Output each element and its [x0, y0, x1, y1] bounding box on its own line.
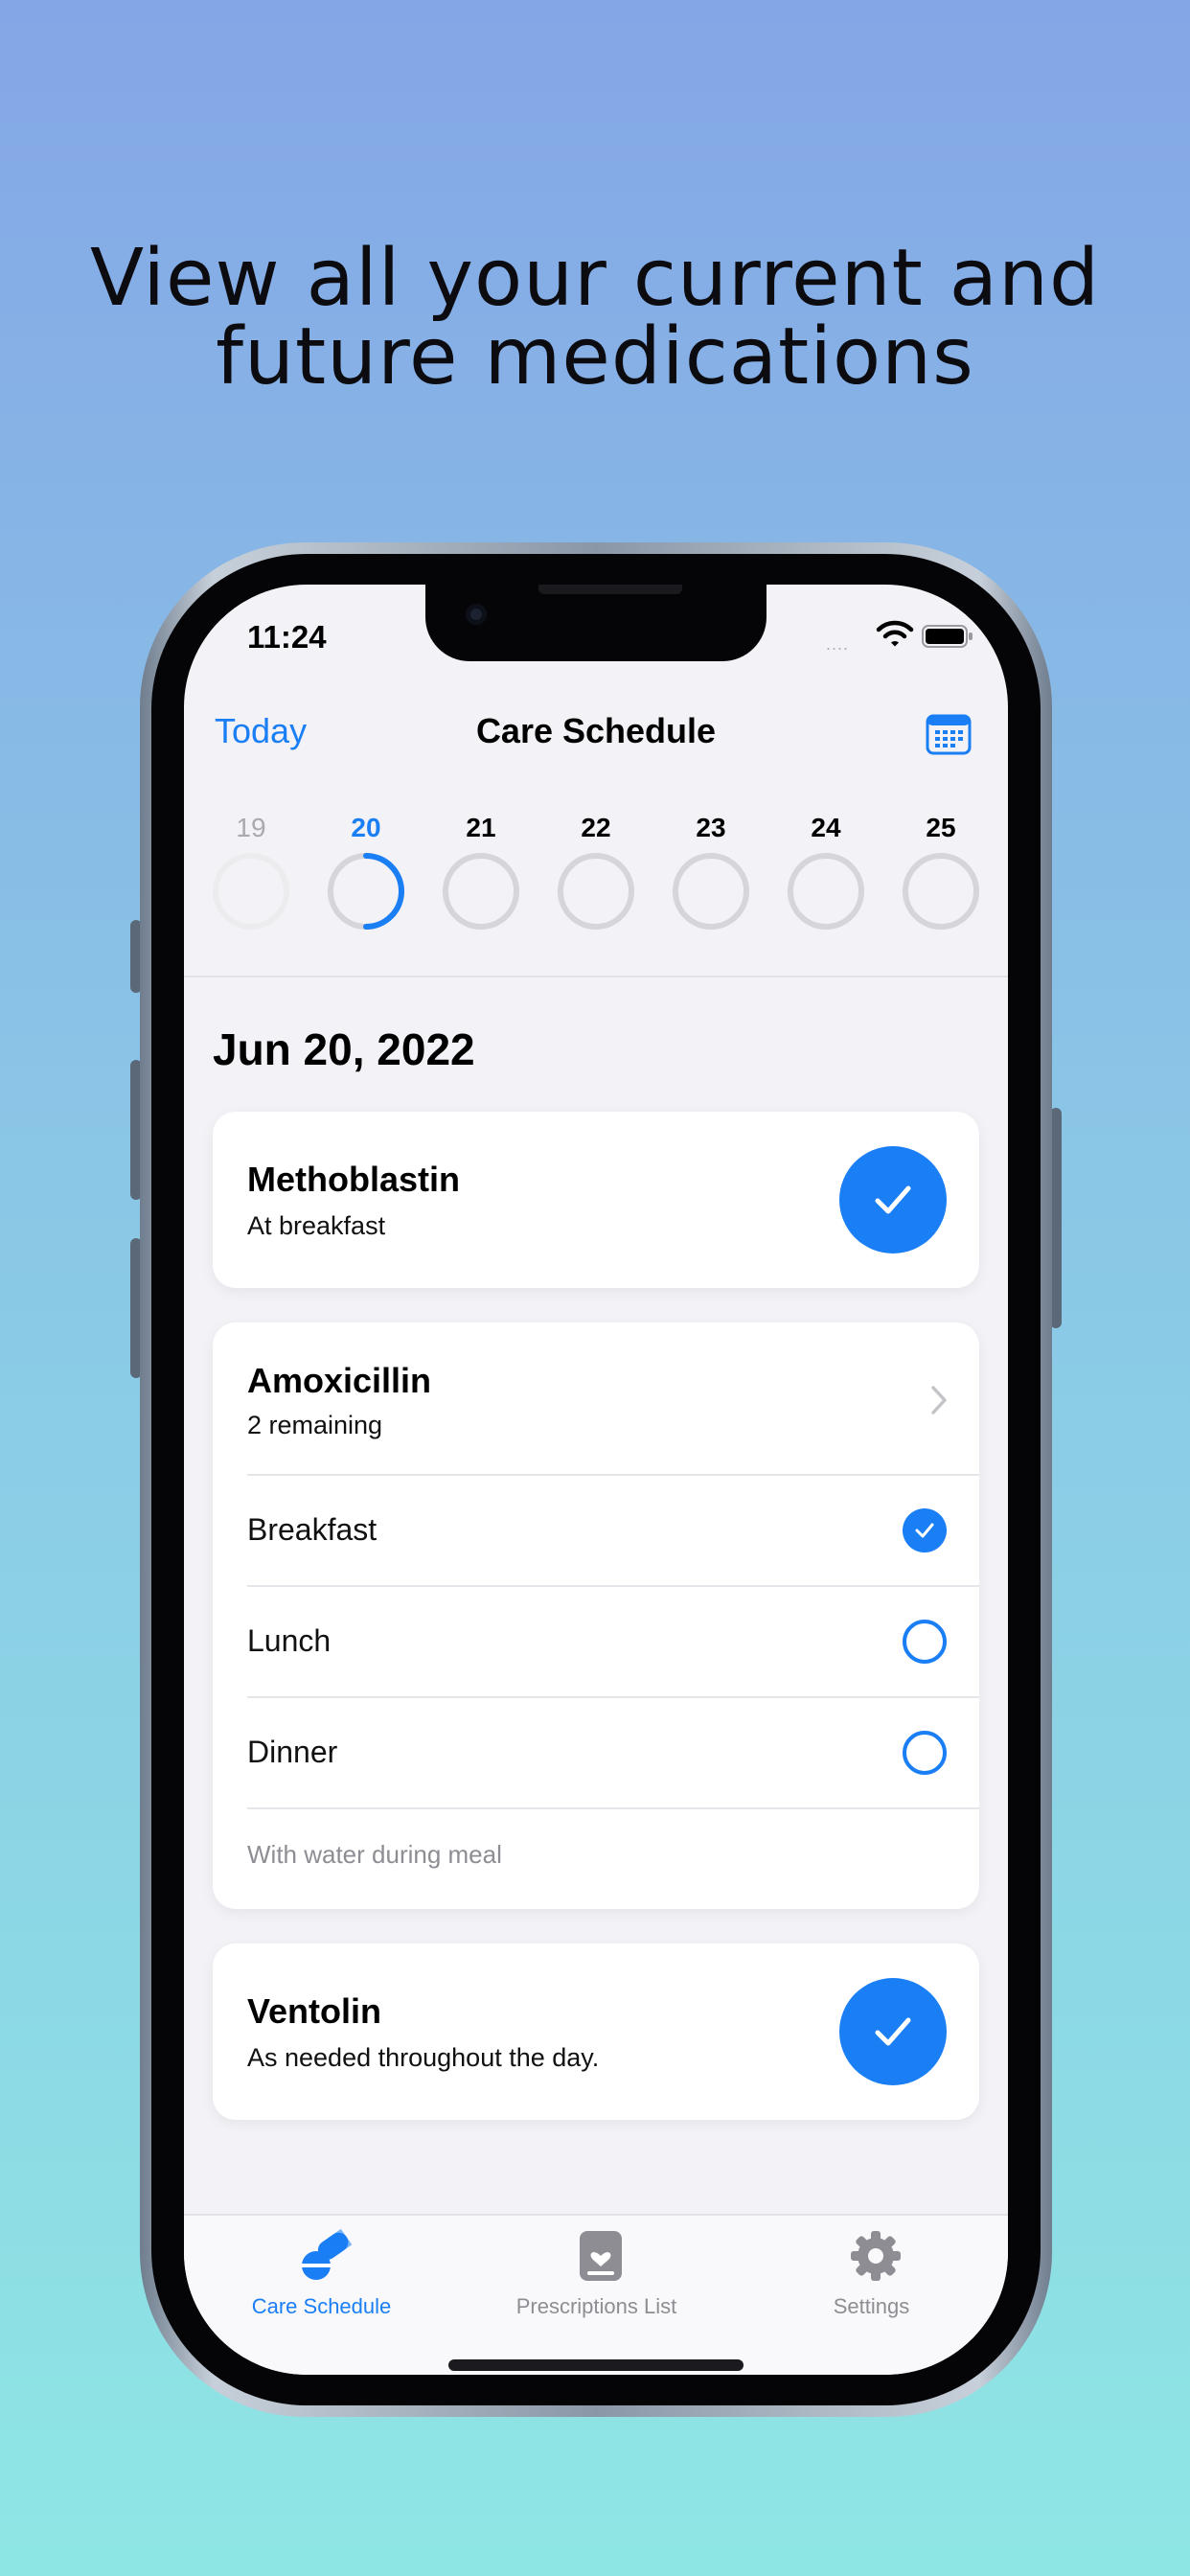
day-number: 25: [926, 813, 956, 842]
day-20[interactable]: 20: [318, 813, 433, 930]
med-card-methoblastin[interactable]: Methoblastin At breakfast: [213, 1112, 979, 1288]
day-progress-ring: [328, 853, 404, 930]
day-19[interactable]: 19: [203, 813, 318, 930]
checkmark-icon: [875, 1185, 911, 1214]
tab-bar: Care Schedule Prescriptions List Setting…: [184, 2214, 1008, 2375]
day-number: 20: [351, 813, 381, 842]
dose-label: Dinner: [247, 1735, 338, 1769]
day-progress-ring: [558, 853, 634, 930]
dose-label: Lunch: [247, 1623, 332, 1658]
day-progress-ring: [673, 853, 749, 930]
dose-row-lunch[interactable]: Lunch: [213, 1587, 979, 1696]
med-note: With water during meal: [247, 1840, 502, 1869]
battery-icon: [922, 625, 973, 648]
notch-speaker: [538, 585, 682, 594]
notch: [425, 585, 767, 661]
row-divider: [247, 1807, 979, 1809]
wifi-icon: [876, 620, 914, 647]
dose-checkbox-checked[interactable]: [903, 1508, 947, 1552]
med-name: Ventolin: [247, 1991, 382, 2031]
tab-settings[interactable]: Settings: [734, 2216, 1008, 2350]
day-number: 23: [696, 813, 726, 842]
med-name: Amoxicillin: [247, 1361, 432, 1400]
day-23[interactable]: 23: [663, 813, 778, 930]
med-card-ventolin[interactable]: Ventolin As needed throughout the day.: [213, 1944, 979, 2120]
med-detail: As needed throughout the day.: [247, 2043, 600, 2072]
day-24[interactable]: 24: [778, 813, 893, 930]
dose-label: Breakfast: [247, 1512, 378, 1547]
dose-checkbox[interactable]: [903, 1731, 947, 1775]
day-number: 24: [811, 813, 841, 842]
med-detail: 2 remaining: [247, 1411, 383, 1439]
headline: View all your current and future medicat…: [0, 240, 1190, 397]
pills-icon: [302, 2229, 353, 2280]
day-25[interactable]: 25: [893, 813, 1008, 930]
home-indicator: [448, 2359, 744, 2371]
phone-screen: 11:24 .... Today Care Schedule 19 20 21 …: [184, 585, 1008, 2375]
tab-prescriptions-list[interactable]: Prescriptions List: [459, 2216, 734, 2350]
headline-line-2: future medications: [216, 311, 974, 402]
day-progress-ring: [213, 853, 289, 930]
chevron-right-icon: [931, 1386, 947, 1414]
day-progress-ring: [903, 853, 979, 930]
day-progress-ring: [443, 853, 519, 930]
headline-line-1: View all your current and: [89, 233, 1101, 324]
prescription-icon: [580, 2231, 622, 2281]
dose-row-breakfast[interactable]: Breakfast: [213, 1476, 979, 1585]
med-card-amoxicillin: Amoxicillin 2 remaining Breakfast Lunch …: [213, 1322, 979, 1909]
med-name: Methoblastin: [247, 1160, 460, 1199]
med-header[interactable]: Amoxicillin 2 remaining: [213, 1322, 979, 1474]
checkmark-icon: [915, 1523, 934, 1538]
day-number: 21: [466, 813, 496, 842]
mark-taken-button[interactable]: [839, 1146, 947, 1254]
header-divider: [184, 976, 1008, 978]
cellular-signal: ....: [826, 634, 850, 654]
calendar-icon[interactable]: [926, 713, 972, 755]
week-strip: 19 20 21 22 23 24 25: [203, 813, 1008, 930]
nav-title: Care Schedule: [475, 711, 717, 750]
day-number: 19: [236, 813, 266, 842]
day-number: 22: [581, 813, 611, 842]
tab-label: Care Schedule: [251, 2294, 392, 2318]
mark-taken-button[interactable]: [839, 1978, 947, 2085]
tab-care-schedule[interactable]: Care Schedule: [184, 2216, 459, 2350]
med-detail: At breakfast: [247, 1211, 386, 1240]
dose-row-dinner[interactable]: Dinner: [213, 1698, 979, 1807]
day-progress-ring: [788, 853, 864, 930]
tab-label: Settings: [833, 2294, 910, 2318]
gear-icon: [851, 2231, 901, 2281]
checkmark-icon: [875, 2017, 911, 2046]
day-22[interactable]: 22: [548, 813, 663, 930]
day-21[interactable]: 21: [433, 813, 548, 930]
status-time: 11:24: [247, 619, 327, 655]
tab-label: Prescriptions List: [515, 2294, 677, 2318]
date-heading: Jun 20, 2022: [213, 1024, 475, 1074]
dose-checkbox[interactable]: [903, 1620, 947, 1664]
camera-icon: [466, 604, 487, 625]
